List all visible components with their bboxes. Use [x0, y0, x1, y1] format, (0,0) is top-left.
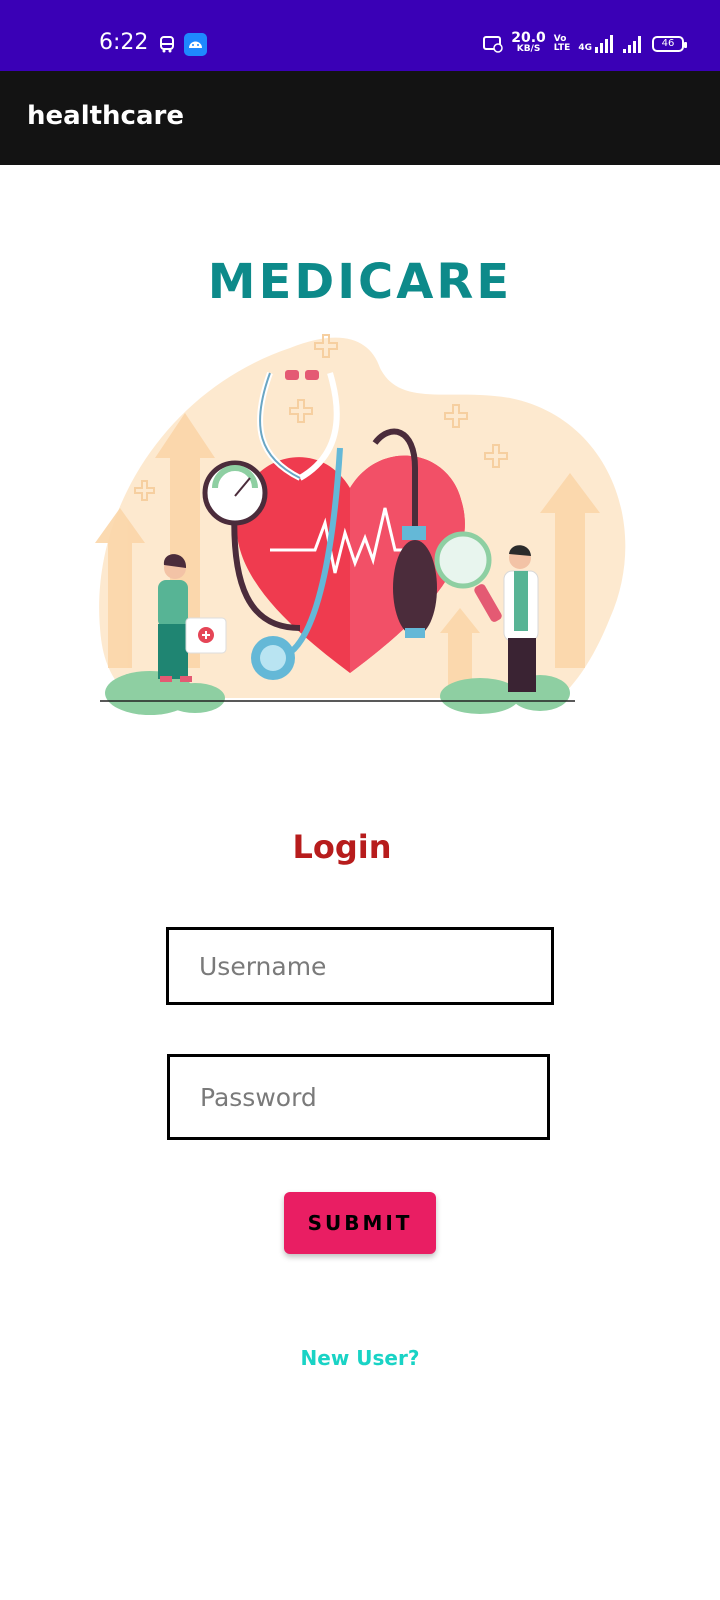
screen-cast-icon — [483, 36, 503, 53]
signal-bars-icon-2 — [623, 36, 641, 53]
app-title: healthcare — [27, 101, 184, 131]
volte-label: Vo LTE — [553, 34, 571, 53]
signal-bars-icon — [595, 35, 613, 53]
status-indicators: 20.0 KB/S Vo LTE 4G 46 — [483, 30, 687, 58]
submit-button[interactable]: SUBMIT — [284, 1192, 436, 1254]
android-icon — [184, 33, 207, 56]
brand-title: MEDICARE — [207, 254, 513, 310]
network-type: 4G — [578, 43, 592, 53]
login-title: Login — [292, 828, 392, 866]
signal-4g: 4G — [578, 35, 614, 53]
network-speed: 20.0 KB/S — [511, 31, 546, 55]
app-bar: healthcare — [0, 71, 720, 165]
password-input[interactable] — [167, 1054, 550, 1140]
bus-icon — [160, 36, 174, 53]
new-user-link[interactable]: New User? — [0, 1346, 720, 1370]
status-time: 6:22 — [99, 30, 149, 55]
healthcare-illustration — [95, 334, 626, 715]
username-input[interactable] — [166, 927, 554, 1005]
battery-level: 46 — [661, 38, 675, 49]
battery-icon: 46 — [652, 36, 687, 52]
status-bar: 6:22 20.0 KB/S Vo LTE 4G 46 — [0, 0, 720, 71]
